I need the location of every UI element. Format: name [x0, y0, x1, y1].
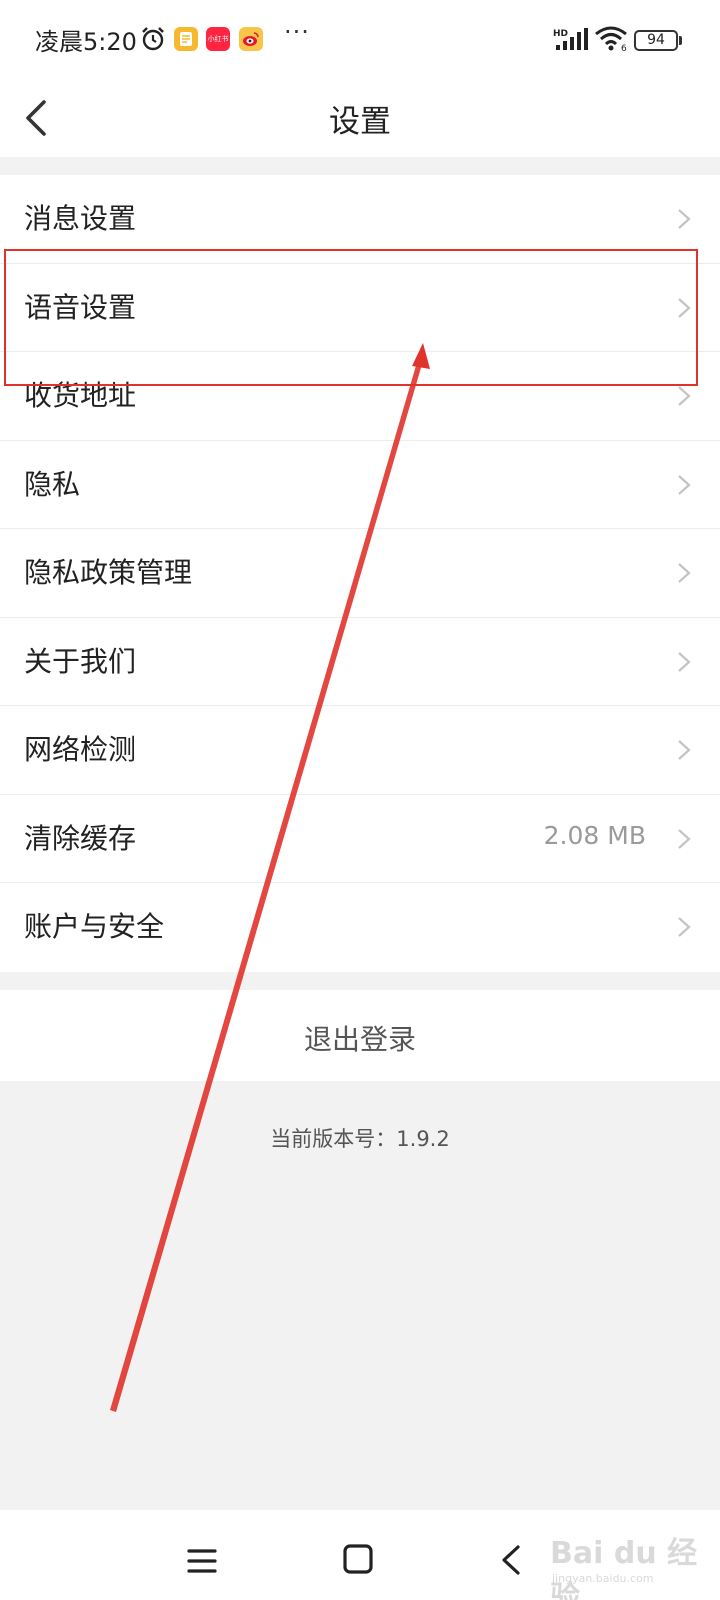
battery-level: 94 [647, 32, 665, 48]
menu-item-label: 语音设置 [24, 290, 137, 324]
status-time: 凌晨5:20 [35, 28, 137, 56]
menu-item-privacy[interactable]: 隐私 [0, 441, 720, 529]
more-notifications-icon: ··· [284, 18, 310, 46]
version-text: 当前版本号：1.9.2 [270, 1127, 450, 1151]
menu-item-label: 清除缓存 [24, 821, 137, 855]
wifi-icon: 6 [595, 26, 627, 52]
menu-item-network-check[interactable]: 网络检测 [0, 706, 720, 795]
chevron-right-icon [678, 828, 691, 849]
status-bar: 凌晨5:20 小红书 ··· HD 6 94 [0, 0, 720, 80]
menu-item-label: 隐私政策管理 [24, 556, 193, 589]
chevron-right-icon [678, 917, 691, 937]
weibo-app-icon [239, 27, 263, 51]
menu-item-privacy-policy[interactable]: 隐私政策管理 [0, 529, 720, 618]
header: 设置 [0, 80, 720, 157]
menu-item-label: 消息设置 [24, 202, 137, 235]
chevron-right-icon [678, 740, 691, 760]
chevron-right-icon [678, 474, 691, 495]
page-title: 设置 [329, 104, 391, 140]
watermark-url: jingyan.baidu.com [552, 1572, 654, 1585]
chevron-right-icon [678, 651, 691, 672]
menu-item-label: 隐私 [24, 467, 81, 501]
signal-icon: HD [553, 28, 588, 50]
menu-item-message-settings[interactable]: 消息设置 [0, 175, 720, 264]
baidu-jingyan-watermark: Bai du 经验 jingyan.baidu.com [550, 1522, 710, 1600]
svg-text:6: 6 [621, 44, 627, 52]
menu-item-about-us[interactable]: 关于我们 [0, 618, 720, 706]
notes-app-icon [174, 27, 198, 51]
chevron-right-icon [678, 209, 691, 229]
settings-menu: 消息设置 语音设置 收货地址 隐私 隐私政策管理 关于我们 网络检测 清除缓存 … [0, 175, 720, 972]
menu-item-shipping-address[interactable]: 收货地址 [0, 352, 720, 441]
xiaohongshu-app-icon: 小红书 [206, 27, 230, 51]
menu-item-label: 关于我们 [24, 644, 137, 678]
menu-icon[interactable] [187, 1548, 217, 1574]
chevron-right-icon [678, 563, 691, 583]
logout-button[interactable]: 退出登录 [0, 1018, 720, 1058]
battery-tip [679, 36, 682, 45]
menu-item-clear-cache[interactable]: 清除缓存 2.08 MB [0, 795, 720, 883]
menu-item-label: 账户与安全 [24, 910, 165, 943]
logout-section: 退出登录 [0, 990, 720, 1081]
menu-item-voice-settings[interactable]: 语音设置 [0, 264, 720, 352]
watermark-brand: Bai du 经验 [550, 1536, 698, 1600]
alarm-icon [142, 27, 164, 51]
network-type-label: HD [553, 29, 568, 39]
battery-icon: 94 [634, 30, 678, 51]
chevron-right-icon [678, 386, 691, 406]
home-icon[interactable] [343, 1544, 373, 1574]
menu-item-account-security[interactable]: 账户与安全 [0, 883, 720, 972]
menu-item-label: 网络检测 [24, 733, 137, 766]
cache-size-value: 2.08 MB [543, 820, 646, 850]
chevron-right-icon [678, 297, 691, 318]
nav-back-icon[interactable] [498, 1544, 524, 1576]
menu-item-label: 收货地址 [24, 379, 137, 412]
